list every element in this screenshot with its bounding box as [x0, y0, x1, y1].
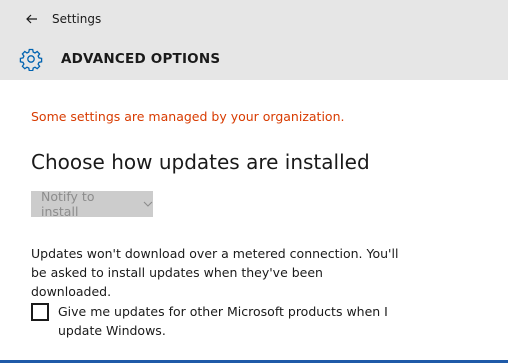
- install-method-select[interactable]: Notify to install: [31, 189, 153, 219]
- metered-description: Updates won't download over a metered co…: [31, 246, 399, 299]
- microsoft-updates-label: Give me updates for other Microsoft prod…: [58, 304, 388, 338]
- microsoft-updates-option[interactable]: Give me updates for other Microsoft prod…: [31, 302, 418, 340]
- microsoft-updates-checkbox[interactable]: [31, 303, 49, 321]
- title-bar: Settings: [0, 0, 508, 38]
- main-content: Some settings are managed by your organi…: [0, 80, 508, 360]
- page-title: ADVANCED OPTIONS: [61, 51, 221, 67]
- back-button[interactable]: [12, 0, 52, 38]
- back-arrow-icon: [26, 14, 37, 24]
- settings-window: Settings ADVANCED OPTIONS Some settings …: [0, 0, 508, 360]
- install-method-value: Notify to install: [41, 189, 95, 219]
- chevron-down-icon: [143, 201, 153, 207]
- page-header: ADVANCED OPTIONS: [0, 38, 508, 80]
- managed-warning: Some settings are managed by your organi…: [31, 109, 345, 124]
- app-title: Settings: [52, 12, 102, 26]
- gear-icon: [19, 48, 43, 71]
- section-title: Choose how updates are installed: [31, 150, 370, 174]
